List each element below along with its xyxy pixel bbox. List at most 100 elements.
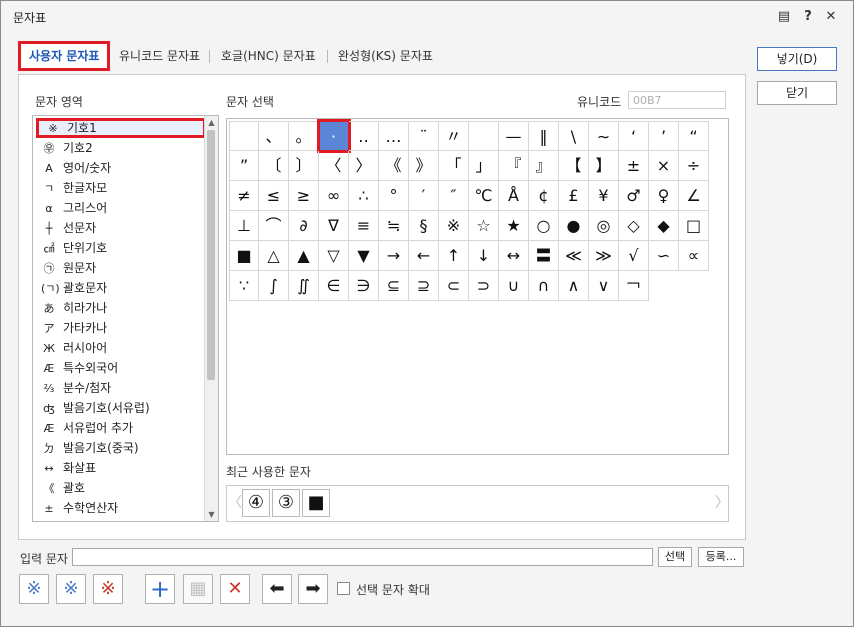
scroll-down-icon[interactable]: ▼ <box>205 508 218 521</box>
delete-group-icon[interactable]: ✕ <box>220 574 250 604</box>
symbol-cell[interactable]: ≪ <box>559 241 589 271</box>
symbol-cell[interactable]: Å <box>499 181 529 211</box>
category-item[interactable]: ┼ 선문자 <box>35 218 205 238</box>
symbol-cell[interactable]: ′ <box>409 181 439 211</box>
symbol-cell[interactable]: 〃 <box>439 121 469 151</box>
tab-unicode-charmap[interactable]: 유니코드 문자표 <box>119 41 200 71</box>
symbol-cell[interactable]: 〉 <box>349 151 379 181</box>
symbol-cell[interactable]: 】 <box>589 151 619 181</box>
symbol-cell[interactable]: ☆ <box>469 211 499 241</box>
symbol-cell[interactable]: ≠ <box>229 181 259 211</box>
symbol-cell[interactable]: ∪ <box>499 271 529 301</box>
category-list[interactable]: ※ 기호1 ㉾ 기호2 A 영어/숫자 ㄱ 한글자모 α 그리스어 ┼ 선문자 ㎠ 단위기호 ㉠ 원문자 (ㄱ)… <box>32 115 219 522</box>
category-item[interactable]: Æ 서유럽어 추가 <box>35 418 205 438</box>
edit-char-icon[interactable]: ※ <box>56 574 86 604</box>
symbol-cell[interactable]: ■ <box>229 241 259 271</box>
symbol-cell[interactable]: ∇ <box>319 211 349 241</box>
category-item[interactable]: ↔ 화살표 <box>35 458 205 478</box>
symbol-cell[interactable]: √ <box>619 241 649 271</box>
symbol-cell[interactable]: 【 <box>559 151 589 181</box>
symbol-cell[interactable]: 《 <box>379 151 409 181</box>
menu-icon[interactable]: ▤ <box>774 7 794 27</box>
category-item[interactable]: ㄱ 한글자모 <box>35 178 205 198</box>
symbol-cell[interactable]: ¨ <box>409 121 439 151</box>
symbol-cell[interactable]: ▼ <box>349 241 379 271</box>
insert-button[interactable]: 넣기(D) <box>757 47 837 71</box>
symbol-cell[interactable]: ∞ <box>319 181 349 211</box>
symbol-cell[interactable]: ¥ <box>589 181 619 211</box>
symbol-cell[interactable]: ≡ <box>349 211 379 241</box>
add-group-icon[interactable]: + <box>145 574 175 604</box>
symbol-cell[interactable]: 、 <box>259 121 289 151</box>
symbol-cell[interactable]: ◆ <box>649 211 679 241</box>
symbol-cell[interactable]: 》 <box>409 151 439 181</box>
symbol-cell[interactable]: ∈ <box>319 271 349 301</box>
symbol-cell[interactable]: ∝ <box>679 241 709 271</box>
help-icon[interactable]: ? <box>798 7 818 27</box>
category-item[interactable]: ㄉ 발음기호(중국) <box>35 438 205 458</box>
symbol-cell[interactable]: ◇ <box>619 211 649 241</box>
scroll-up-icon[interactable]: ▲ <box>205 116 218 129</box>
symbol-cell[interactable]: ⊥ <box>229 211 259 241</box>
symbol-cell[interactable]: ∵ <box>229 271 259 301</box>
symbol-cell[interactable]: — <box>499 121 529 151</box>
symbol-cell[interactable]: 。 <box>289 121 319 151</box>
symbol-cell[interactable]: ⊂ <box>439 271 469 301</box>
symbol-cell[interactable]: ÷ <box>679 151 709 181</box>
symbol-cell[interactable]: 〓 <box>529 241 559 271</box>
category-item[interactable]: 《 괄호 <box>35 478 205 498</box>
symbol-cell[interactable]: ⌒ <box>259 211 289 241</box>
symbol-cell[interactable]: → <box>379 241 409 271</box>
symbol-cell[interactable]: ∂ <box>289 211 319 241</box>
unicode-field[interactable]: 00B7 <box>628 91 726 109</box>
symbol-cell[interactable]: ￢ <box>619 271 649 301</box>
recent-left-icon[interactable]: 〈 <box>228 489 242 517</box>
symbol-cell[interactable] <box>469 121 499 151</box>
scroll-thumb[interactable] <box>207 130 215 380</box>
category-item[interactable]: ア 가타카나 <box>35 318 205 338</box>
move-left-icon[interactable]: ⬅ <box>262 574 292 604</box>
symbol-cell[interactable]: ◎ <box>589 211 619 241</box>
symbol-cell[interactable]: ℃ <box>469 181 499 211</box>
symbol-cell[interactable]: £ <box>559 181 589 211</box>
symbol-cell[interactable]: § <box>409 211 439 241</box>
add-char-icon[interactable]: ※ <box>19 574 49 604</box>
symbol-cell[interactable]: □ <box>679 211 709 241</box>
symbol-cell[interactable]: ∴ <box>349 181 379 211</box>
symbol-cell[interactable]: “ <box>679 121 709 151</box>
category-item[interactable]: A 영어/숫자 <box>35 158 205 178</box>
symbol-cell[interactable]: 〈 <box>319 151 349 181</box>
tab-user-charmap[interactable]: 사용자 문자표 <box>18 41 111 71</box>
category-item[interactable]: Æ 특수외국어 <box>35 358 205 378</box>
category-item[interactable]: あ 히라가나 <box>35 298 205 318</box>
symbol-cell[interactable]: ≒ <box>379 211 409 241</box>
symbol-cell[interactable]: ∋ <box>349 271 379 301</box>
symbol-cell[interactable]: ↔ <box>499 241 529 271</box>
symbol-cell[interactable]: ∼ <box>589 121 619 151</box>
symbol-cell[interactable]: ¢ <box>529 181 559 211</box>
input-char-field[interactable] <box>72 548 653 566</box>
symbol-cell[interactable]: ▲ <box>289 241 319 271</box>
symbol-cell[interactable]: ⊃ <box>469 271 499 301</box>
symbol-cell[interactable]: ※ <box>439 211 469 241</box>
symbol-cell[interactable]: ∩ <box>529 271 559 301</box>
symbol-cell[interactable]: ● <box>559 211 589 241</box>
symbol-cell[interactable]: ↑ <box>439 241 469 271</box>
tab-hnc-charmap[interactable]: 호글(HNC) 문자표 <box>221 41 316 71</box>
category-item[interactable]: ± 수학연산자 <box>35 498 205 518</box>
symbol-cell[interactable]: × <box>649 151 679 181</box>
category-item[interactable]: ⅔ 분수/첨자 <box>35 378 205 398</box>
symbol-cell[interactable] <box>229 121 259 151</box>
category-item[interactable]: (ㄱ) 괄호문자 <box>35 278 205 298</box>
category-item[interactable]: Ж 러시아어 <box>35 338 205 358</box>
symbol-cell[interactable]: ≤ <box>259 181 289 211</box>
recent-char[interactable]: ④ <box>242 489 270 517</box>
symbol-cell[interactable]: ″ <box>439 181 469 211</box>
symbol-cell[interactable]: 〔 <box>259 151 289 181</box>
close-button[interactable]: 닫기 <box>757 81 837 105</box>
symbol-cell[interactable]: ▽ <box>319 241 349 271</box>
symbol-cell[interactable]: ∫ <box>259 271 289 301</box>
enlarge-checkbox[interactable] <box>337 582 350 595</box>
symbol-cell[interactable]: ○ <box>529 211 559 241</box>
symbol-cell[interactable]: ↓ <box>469 241 499 271</box>
